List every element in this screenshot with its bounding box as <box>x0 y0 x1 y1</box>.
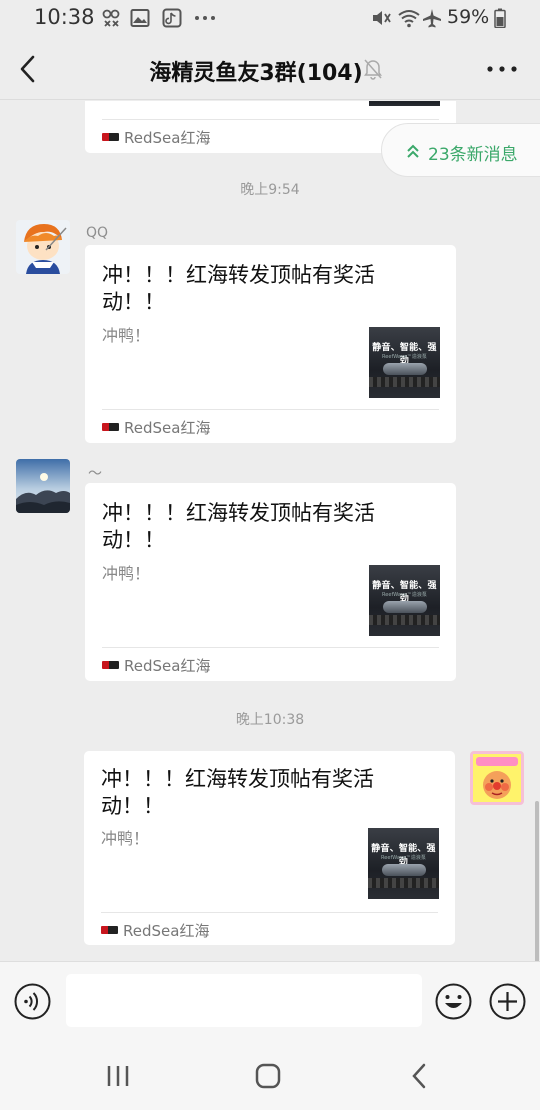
avatar-anpanman-icon <box>470 751 524 805</box>
link-source: RedSea红海 <box>101 920 209 941</box>
avatar[interactable] <box>16 220 70 274</box>
new-messages-label: 23条新消息 <box>428 145 518 165</box>
wifi-icon <box>398 10 420 28</box>
product-image <box>382 864 426 876</box>
plus-icon[interactable] <box>489 983 526 1020</box>
tiktok-icon <box>162 8 182 28</box>
link-source-label: RedSea红海 <box>124 419 211 437</box>
message-card-link[interactable]: 冲！！！红海转发顶帖有奖活动！！ 冲鸭！ 静音、智能、强劲 ReefWave™造… <box>84 751 455 945</box>
thumbnail-subcaption: ReefWave™造浪泵 <box>382 354 427 360</box>
message-card-link[interactable]: 冲！！！红海转发顶帖有奖活动！！ 冲鸭！ 静音、智能、强劲 ReefWave™造… <box>85 483 456 681</box>
link-source: RedSea红海 <box>102 417 210 438</box>
product-base <box>369 377 440 387</box>
link-source: RedSea红海 <box>102 127 210 148</box>
notification-settings-icon <box>102 9 120 27</box>
avatar-mountain-sky-icon <box>16 459 70 513</box>
timestamp: 晚上9:54 <box>240 182 300 198</box>
status-time: 10:38 <box>34 5 95 29</box>
card-divider <box>102 119 439 120</box>
message-card-link[interactable]: 冲！！！红海转发顶帖有奖活动！！ 冲鸭！ 静音、智能、强劲 ReefWave™造… <box>85 245 456 443</box>
chat-title: 海精灵鱼友3群(104) <box>149 61 363 86</box>
link-source-label: RedSea红海 <box>124 129 211 147</box>
new-messages-button[interactable]: 23条新消息 <box>381 123 540 177</box>
link-source: RedSea红海 <box>102 655 210 676</box>
my-avatar[interactable] <box>470 751 524 805</box>
product-base <box>368 878 439 888</box>
link-thumbnail: 静音、智能、强劲 ReefWave™造浪泵 <box>369 327 440 398</box>
card-divider <box>101 912 438 913</box>
thumbnail-subcaption: ReefWave™造浪泵 <box>381 855 426 861</box>
timestamp: 晚上10:38 <box>235 712 305 728</box>
battery-percent: 59% <box>447 6 490 28</box>
scrollbar[interactable] <box>535 801 539 961</box>
redsea-logo-icon <box>102 133 119 141</box>
system-navigation-bar <box>0 1039 540 1110</box>
card-divider <box>102 409 439 410</box>
airplane-icon <box>423 9 441 28</box>
chat-header: 海精灵鱼友3群(104) <box>0 38 540 100</box>
link-source-label: RedSea红海 <box>124 657 211 675</box>
avatar-cartoon-boy-icon <box>16 220 70 274</box>
voice-input-icon[interactable] <box>14 983 51 1020</box>
link-description: 冲鸭！ <box>102 564 151 583</box>
gallery-icon <box>130 9 150 27</box>
link-thumbnail: 静音、智能、强劲 ReefWave™造浪泵 <box>369 565 440 636</box>
redsea-logo-icon <box>101 926 118 934</box>
link-description: 冲鸭！ <box>101 829 150 848</box>
home-icon[interactable] <box>253 1061 283 1091</box>
muted-bell-icon <box>364 59 382 80</box>
avatar[interactable] <box>16 459 70 513</box>
card-divider <box>102 647 439 648</box>
thumbnail-subcaption: ReefWave™造浪泵 <box>382 592 427 598</box>
back-icon[interactable] <box>405 1061 435 1091</box>
link-description: 冲鸭！ <box>102 326 151 345</box>
double-chevron-up-icon <box>407 144 419 158</box>
message-input[interactable] <box>66 974 422 1027</box>
recent-apps-icon[interactable] <box>103 1061 133 1091</box>
emoji-icon[interactable] <box>435 983 472 1020</box>
link-title: 冲！！！红海转发顶帖有奖活动！！ <box>102 263 375 314</box>
product-image <box>383 601 427 613</box>
sender-name: QQ <box>86 225 109 241</box>
product-image <box>383 363 427 375</box>
product-base <box>369 615 440 625</box>
chat-message-list[interactable]: RedSea红海 23条新消息 晚上9:54 QQ 冲！！！红海转发顶帖有奖活动… <box>0 101 540 961</box>
status-bar: 10:38 59% <box>0 0 540 38</box>
chat-input-bar <box>0 961 540 1039</box>
link-title: 冲！！！红海转发顶帖有奖活动！！ <box>102 501 375 552</box>
link-title: 冲！！！红海转发顶帖有奖活动！！ <box>101 767 374 818</box>
link-source-label: RedSea红海 <box>123 922 210 940</box>
link-thumbnail: 静音、智能、强劲 ReefWave™造浪泵 <box>368 828 439 899</box>
redsea-logo-icon <box>102 661 119 669</box>
redsea-logo-icon <box>102 423 119 431</box>
more-notifications-icon <box>195 16 215 20</box>
sender-name: ～ <box>88 466 102 482</box>
mute-icon <box>373 11 391 25</box>
more-options-icon[interactable] <box>486 58 518 80</box>
link-thumbnail <box>369 101 440 106</box>
battery-icon <box>494 8 506 28</box>
